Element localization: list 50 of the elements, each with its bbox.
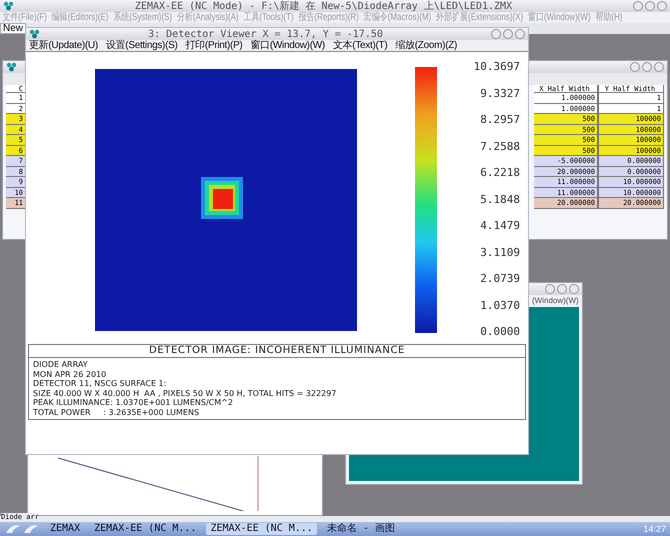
taskbar-button[interactable]: ZEMAX: [46, 523, 84, 535]
close-button[interactable]: [569, 284, 579, 294]
menu-item[interactable]: 缩放(Zoom)(Z): [395, 40, 458, 51]
menu-item[interactable]: 窗口(Window)(W): [250, 40, 325, 51]
info-line: SIZE 40.000 W X 40.000 H AA , PIXELS 50 W X 50 H, TOTAL HITS = 322297: [33, 388, 338, 398]
app-logo-icon: [3, 1, 14, 11]
scale-label: 0.0000: [480, 326, 520, 337]
info-line: MON APR 26 2010: [33, 370, 108, 379]
scale-label: 2.0739: [480, 273, 520, 284]
scale-label: 7.2588: [480, 140, 520, 152]
close-button[interactable]: [654, 62, 664, 72]
hot-spot: [201, 177, 243, 219]
taskbar-button[interactable]: ZEMAX-EE (NC M...: [206, 523, 317, 535]
taskbar-button[interactable]: 未命名 - 画图: [322, 523, 399, 535]
menu-item[interactable]: 打印(Print)(P): [186, 40, 242, 51]
start-icon[interactable]: [4, 523, 40, 535]
menu-item[interactable]: 更新(Update)(U): [29, 40, 98, 51]
scale-label: 6.2218: [480, 167, 520, 178]
scale-label: 1.0370: [480, 300, 520, 310]
scale-label: 5.1848: [480, 194, 520, 204]
scale-label: 10.3697: [474, 61, 520, 72]
scale-label: 9.3327: [480, 88, 520, 98]
info-line: DETECTOR 11, NSCG SURFACE 1:: [33, 379, 168, 388]
clock: 14:27: [643, 524, 666, 534]
minimize-button[interactable]: [545, 284, 555, 294]
minimize-button[interactable]: [491, 29, 501, 39]
info-line: DIODE ARRAY: [33, 360, 89, 370]
window-title: ZEMAX-EE (NC Mode) - F:\新建 在 New-5\DiodeArray 上\LED\LED1.ZMX: [134, 0, 514, 12]
menu-item[interactable]: 文本(Text)(T): [332, 40, 388, 51]
maximize-button[interactable]: [642, 62, 652, 72]
minimize-button[interactable]: [633, 1, 643, 11]
close-button[interactable]: [657, 1, 667, 11]
close-button[interactable]: [515, 29, 525, 39]
scale-label: 3.1109: [480, 246, 520, 258]
new-button[interactable]: New: [0, 23, 26, 34]
menu-item[interactable]: (Window)(W): [532, 295, 579, 306]
maximize-button[interactable]: [557, 284, 567, 294]
plot-title: DETECTOR IMAGE: INCOHERENT ILLUMINANCE: [28, 344, 526, 358]
taskbar-button[interactable]: ZEMAX-EE (NC M...: [90, 523, 200, 535]
app-logo-icon: [6, 62, 17, 72]
scale-label: 8.2957: [480, 114, 520, 125]
window-title: 3: Detector Viewer X = 13.7, Y = -17.50: [147, 28, 384, 40]
info-line: TOTAL POWER : 3.2635E+000 LUMENS: [33, 408, 200, 417]
menu-item[interactable]: 设置(Settings)(S): [106, 40, 178, 51]
maximize-button[interactable]: [503, 29, 513, 39]
scale-label: 4.1479: [480, 220, 520, 231]
app-logo-icon: [29, 29, 40, 39]
minimize-button[interactable]: [630, 62, 640, 72]
info-line: PEAK ILLUMINANCE: 1.0370E+001 LUMENS/CM^2: [33, 398, 234, 408]
maximize-button[interactable]: [645, 1, 655, 11]
